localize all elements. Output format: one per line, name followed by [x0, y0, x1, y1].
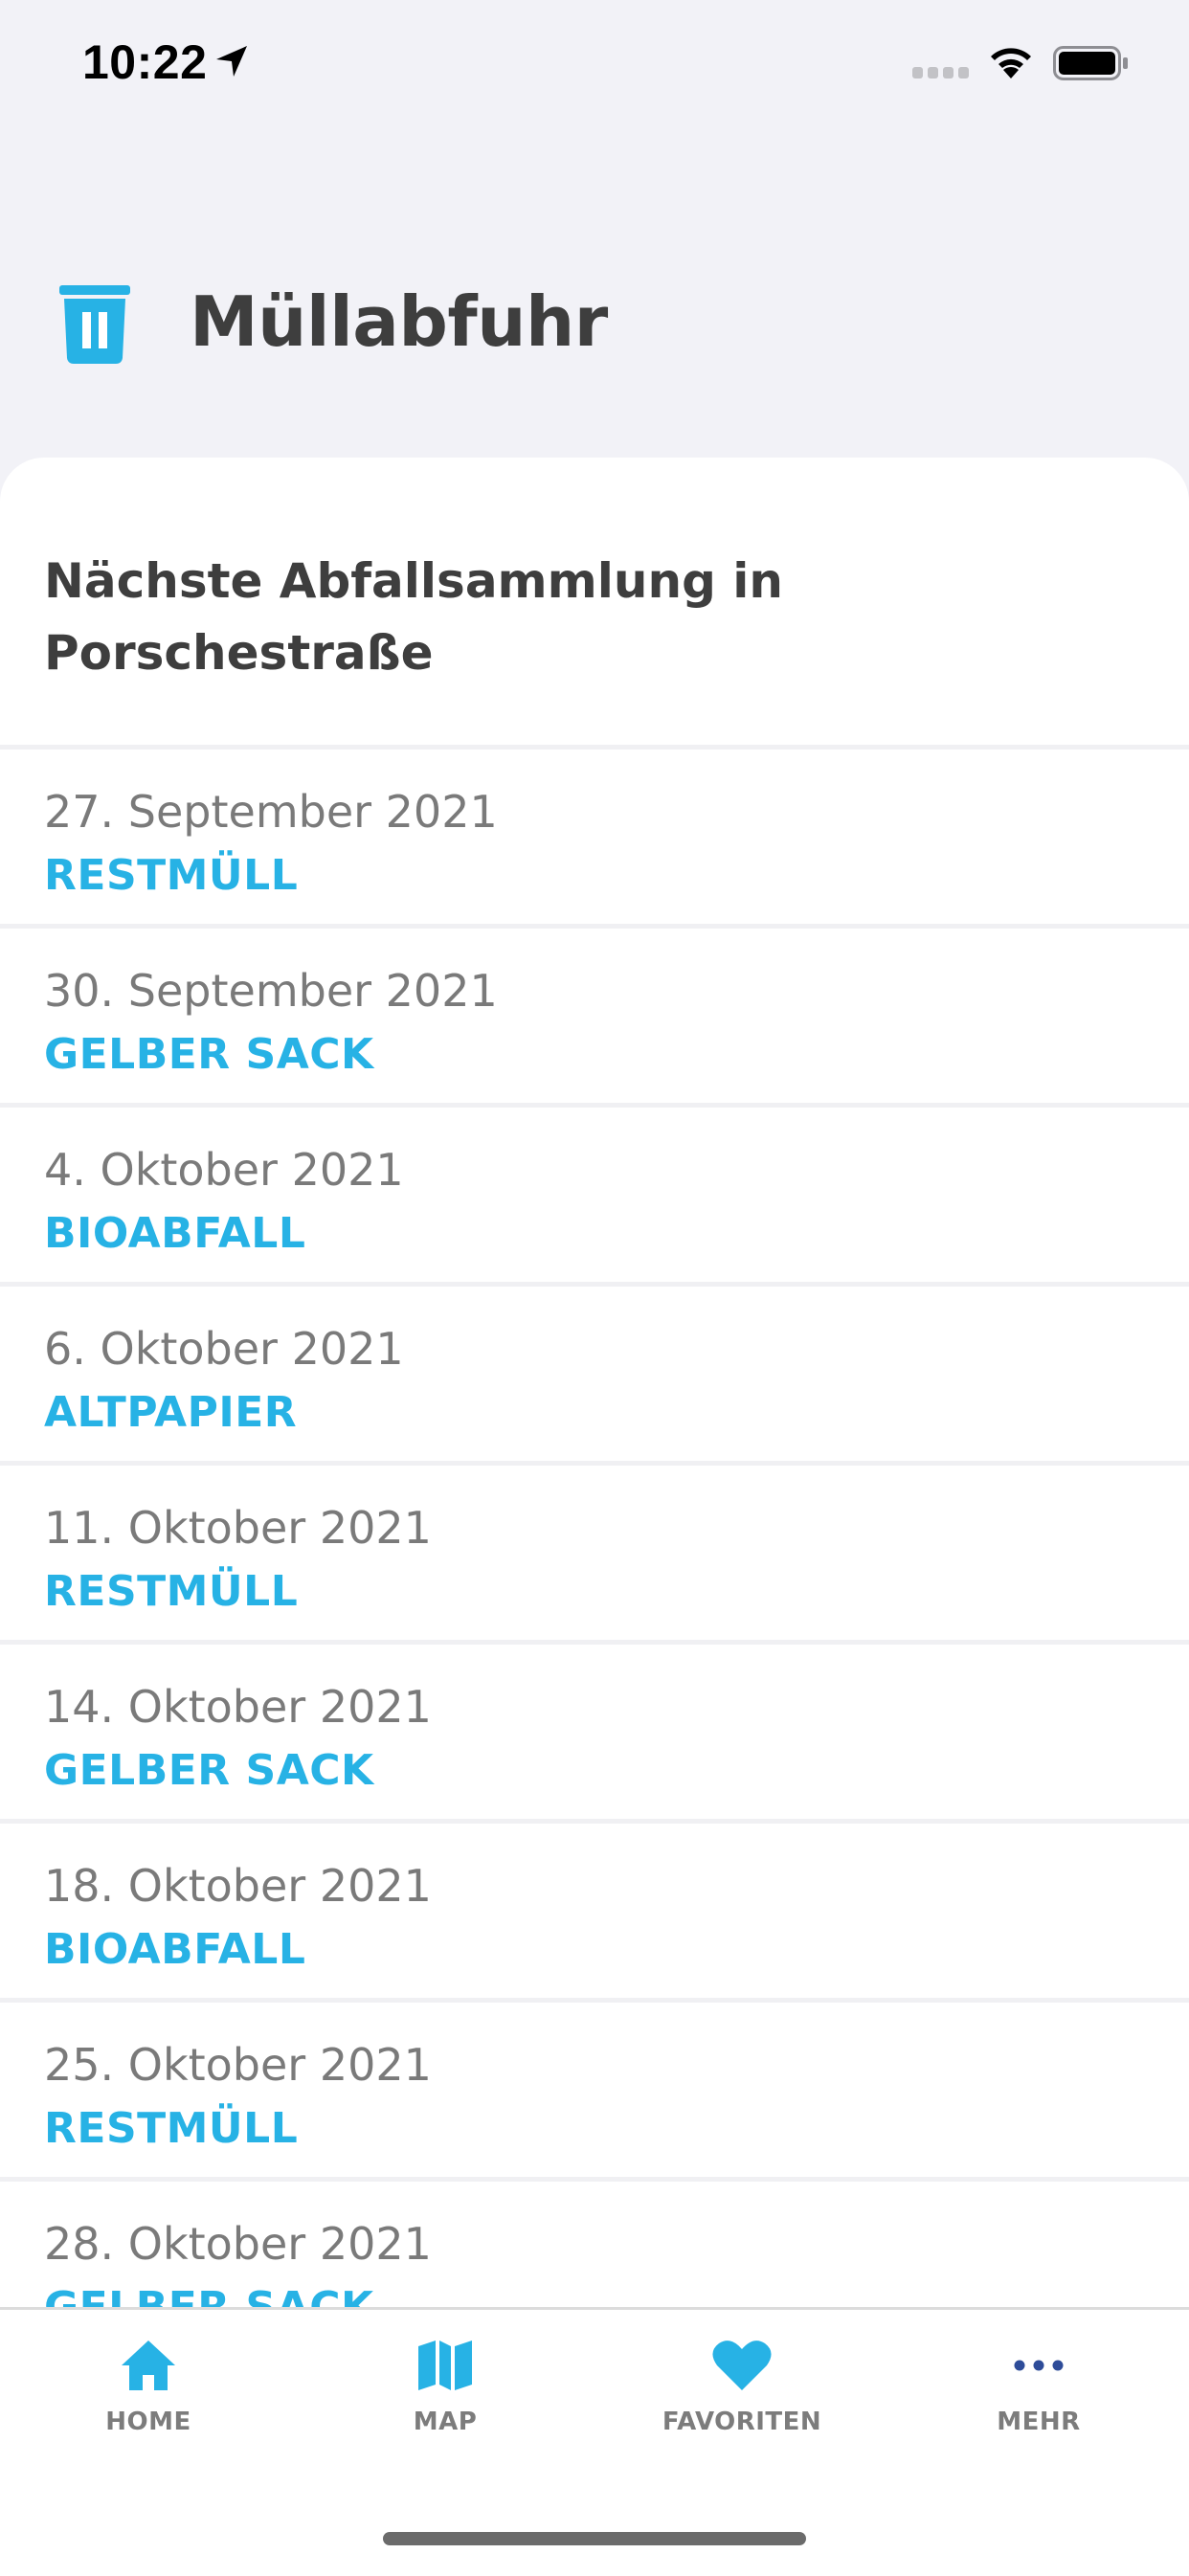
collection-date: 4. Oktober 2021: [44, 1144, 404, 1196]
waste-type: RESTMÜLL: [44, 2104, 299, 2153]
tab-home[interactable]: HOME: [0, 2339, 297, 2463]
list-item[interactable]: 14. Oktober 2021 GELBER SACK: [0, 1640, 1189, 1819]
tab-label: MAP: [413, 2408, 478, 2436]
collection-date: 11. Oktober 2021: [44, 1502, 432, 1554]
waste-type: ALTPAPIER: [44, 1388, 298, 1437]
collection-list: 27. September 2021 RESTMÜLL 30. Septembe…: [0, 745, 1189, 2310]
list-item[interactable]: 4. Oktober 2021 BIOABFALL: [0, 1103, 1189, 1282]
waste-type: BIOABFALL: [44, 1925, 306, 1974]
list-item[interactable]: 25. Oktober 2021 RESTMÜLL: [0, 1998, 1189, 2177]
tab-favoriten[interactable]: FAVORITEN: [594, 2339, 890, 2463]
waste-type: GELBER SACK: [44, 1030, 374, 1079]
collection-card: Nächste Abfallsammlung in Porschestraße …: [0, 458, 1189, 2310]
trash-icon: [59, 285, 130, 364]
list-item[interactable]: 30. September 2021 GELBER SACK: [0, 924, 1189, 1103]
cellular-signal-icon: [912, 67, 969, 78]
tab-mehr[interactable]: MEHR: [890, 2339, 1187, 2463]
list-item[interactable]: 18. Oktober 2021 BIOABFALL: [0, 1819, 1189, 1998]
tab-map[interactable]: MAP: [297, 2339, 594, 2463]
waste-type: RESTMÜLL: [44, 1567, 299, 1616]
tab-label: HOME: [105, 2408, 191, 2436]
list-item[interactable]: 11. Oktober 2021 RESTMÜLL: [0, 1461, 1189, 1640]
page-header: Müllabfuhr: [0, 258, 1189, 383]
list-item[interactable]: 28. Oktober 2021 GELBER SACK: [0, 2177, 1189, 2310]
home-icon: [122, 2341, 175, 2390]
more-icon: [1014, 2360, 1064, 2371]
waste-type: BIOABFALL: [44, 1209, 306, 1258]
section-title: Nächste Abfallsammlung in Porschestraße: [44, 553, 784, 681]
wifi-icon: [991, 48, 1031, 78]
home-indicator: [383, 2532, 806, 2545]
status-time: 10:22: [82, 35, 208, 89]
status-bar: 10:22: [0, 0, 1189, 134]
waste-type: GELBER SACK: [44, 2283, 374, 2310]
list-item[interactable]: 27. September 2021 RESTMÜLL: [0, 745, 1189, 924]
map-icon: [418, 2341, 472, 2390]
tab-label: MEHR: [997, 2408, 1081, 2436]
collection-date: 27. September 2021: [44, 786, 498, 838]
collection-date: 28. Oktober 2021: [44, 2218, 432, 2270]
battery-icon: [1053, 46, 1128, 80]
page-title: Müllabfuhr: [190, 281, 608, 362]
collection-date: 25. Oktober 2021: [44, 2039, 432, 2091]
tab-label: FAVORITEN: [662, 2408, 822, 2436]
collection-date: 14. Oktober 2021: [44, 1681, 432, 1733]
location-arrow-icon: [216, 46, 247, 77]
waste-type: RESTMÜLL: [44, 851, 299, 900]
collection-date: 30. September 2021: [44, 965, 498, 1017]
list-item[interactable]: 6. Oktober 2021 ALTPAPIER: [0, 1282, 1189, 1461]
waste-type: GELBER SACK: [44, 1746, 374, 1795]
collection-date: 6. Oktober 2021: [44, 1323, 404, 1375]
heart-icon: [712, 2341, 772, 2390]
collection-date: 18. Oktober 2021: [44, 1860, 432, 1912]
